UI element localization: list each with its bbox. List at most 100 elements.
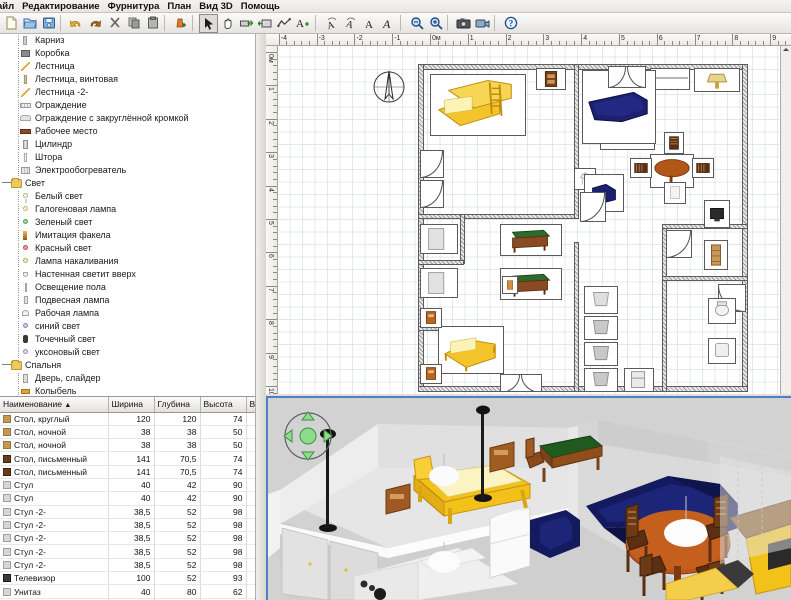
- table-row[interactable]: Стул -2- 38,5 52 98: [0, 531, 255, 546]
- plan-item-bookcase[interactable]: [704, 240, 728, 270]
- create-room-icon[interactable]: [256, 14, 275, 33]
- plan-scroll-up-arrow[interactable]: [781, 48, 791, 51]
- catalog-item-0[interactable]: Карниз: [0, 34, 255, 47]
- cell-visibility[interactable]: [246, 518, 255, 533]
- cell-visibility[interactable]: [246, 465, 255, 479]
- zoom-out-icon[interactable]: [407, 14, 426, 33]
- plan-door-bedroom[interactable]: [500, 374, 542, 392]
- table-row[interactable]: Стул -2- 38,5 52 98: [0, 505, 255, 519]
- floor-plan-canvas[interactable]: [278, 46, 779, 394]
- catalog-item-9[interactable]: Штора: [0, 151, 255, 164]
- column-header-width[interactable]: Ширина: [108, 397, 155, 413]
- plan-item-nightstand-2[interactable]: [420, 308, 442, 328]
- cut-icon[interactable]: [105, 14, 124, 33]
- table-row[interactable]: Стул -2- 38,5 52 98: [0, 544, 255, 559]
- paste-icon[interactable]: [143, 14, 162, 33]
- catalog-item-3[interactable]: Лестница, винтовая: [0, 73, 255, 86]
- catalog-category-11[interactable]: Свет: [0, 177, 255, 190]
- column-header-name[interactable]: Наименование ▲: [0, 397, 109, 413]
- video-create-icon[interactable]: [473, 14, 492, 33]
- 3d-scene[interactable]: [268, 398, 791, 600]
- pan-hand-icon[interactable]: [218, 14, 237, 33]
- catalog-item-22[interactable]: синий свет: [0, 320, 255, 333]
- table-row[interactable]: Стул 40 42 90: [0, 478, 255, 493]
- cell-visibility[interactable]: [246, 451, 255, 466]
- plan-window-1[interactable]: [650, 68, 690, 90]
- 3d-view-panel[interactable]: [266, 396, 791, 600]
- catalog-item-13[interactable]: Галогеновая лампа: [0, 203, 255, 216]
- catalog-category-25[interactable]: Спальня: [0, 359, 255, 372]
- plan-item-kitchen-cabinet-1[interactable]: [420, 224, 458, 254]
- save-document-icon[interactable]: [39, 14, 58, 33]
- menu-edit[interactable]: Редактирование: [18, 0, 103, 13]
- vertical-splitter[interactable]: [256, 34, 266, 600]
- rotate-text-cw-icon[interactable]: A: [341, 14, 360, 33]
- photo-create-icon[interactable]: [454, 14, 473, 33]
- open-document-icon[interactable]: [20, 14, 39, 33]
- plan-door-living-2[interactable]: [666, 230, 692, 258]
- menu-furniture[interactable]: Фурнитура: [104, 0, 164, 13]
- table-row[interactable]: Стул -2- 38,5 52 98: [0, 558, 255, 573]
- cell-visibility[interactable]: [246, 558, 255, 573]
- table-row[interactable]: Стол, ночной 38 38 50: [0, 438, 255, 453]
- plan-item-nightstand-3[interactable]: [420, 364, 442, 384]
- wall-exterior-bottom[interactable]: [418, 386, 748, 392]
- add-furniture-icon[interactable]: [171, 14, 190, 33]
- column-header-height[interactable]: Высота: [200, 397, 247, 413]
- cell-visibility[interactable]: [246, 425, 255, 440]
- table-row[interactable]: Стол, ночной 38 38 50: [0, 425, 255, 440]
- catalog-item-5[interactable]: Ограждение: [0, 99, 255, 112]
- wall-interior-h2[interactable]: [662, 276, 748, 281]
- catalog-item-4[interactable]: Лестница -2-: [0, 86, 255, 99]
- menu-plan[interactable]: План: [163, 0, 195, 13]
- plan-item-bath-fixture[interactable]: [708, 338, 736, 364]
- plan-item-tv[interactable]: [704, 200, 730, 228]
- catalog-item-20[interactable]: Подвесная лампа: [0, 294, 255, 307]
- catalog-item-6[interactable]: Ограждение с закруглённой кромкой: [0, 112, 255, 125]
- catalog-item-14[interactable]: Зеленый свет: [0, 216, 255, 229]
- plan-item-bed-double[interactable]: [438, 326, 504, 374]
- cell-visibility[interactable]: [246, 412, 255, 426]
- plan-item-bunk-bed[interactable]: [430, 74, 526, 136]
- plan-item-floor-lamp[interactable]: [694, 68, 740, 92]
- catalog-item-15[interactable]: Имитация факела: [0, 229, 255, 242]
- plan-view-panel[interactable]: -4 -3 -2 -1 0м 1 2 3 4 5 6 7 8 9 0м 1 2 3 4 5 6 7 8 9 10: [266, 34, 791, 394]
- plan-item-toilet[interactable]: [708, 298, 736, 324]
- catalog-item-26[interactable]: Дверь, слайдер: [0, 372, 255, 385]
- cell-visibility[interactable]: [246, 478, 255, 493]
- cell-visibility[interactable]: [246, 584, 255, 599]
- select-pointer-icon[interactable]: [199, 13, 218, 33]
- catalog-item-24[interactable]: уксоновый свет: [0, 346, 255, 359]
- create-polyline-icon[interactable]: [275, 14, 294, 33]
- plan-item-chair-east[interactable]: [692, 158, 714, 178]
- wall-interior-h5[interactable]: [418, 260, 464, 265]
- wall-interior-v2[interactable]: [574, 242, 579, 392]
- plan-item-kitchen-cab-b[interactable]: [584, 342, 618, 366]
- catalog-item-7[interactable]: Рабочее место: [0, 125, 255, 138]
- catalog-item-8[interactable]: Цилиндр: [0, 138, 255, 151]
- plan-item-fridge[interactable]: [624, 368, 654, 392]
- add-text-icon[interactable]: A: [294, 14, 313, 33]
- catalog-item-10[interactable]: Электрообогреватель: [0, 164, 255, 177]
- undo-icon[interactable]: [67, 14, 86, 33]
- plan-item-chair-north[interactable]: [664, 132, 684, 154]
- create-walls-icon[interactable]: [237, 14, 256, 33]
- decrease-text-icon[interactable]: A: [360, 14, 379, 33]
- menu-help[interactable]: Помощь: [237, 0, 284, 13]
- help-icon[interactable]: ?: [501, 14, 520, 33]
- catalog-item-1[interactable]: Коробка: [0, 47, 255, 60]
- table-row[interactable]: Стул 40 42 90: [0, 491, 255, 506]
- table-row[interactable]: Унитаз 40 80 62: [0, 584, 255, 599]
- plan-item-nightstand-1[interactable]: [536, 68, 566, 90]
- plan-vertical-scrollbar[interactable]: [780, 46, 791, 394]
- plan-door-2[interactable]: [420, 180, 444, 208]
- furniture-catalog-tree[interactable]: Карниз Коробка Лестница Лестница, винтовая Л…: [0, 34, 256, 396]
- redo-icon[interactable]: [86, 14, 105, 33]
- plan-door-top-mid[interactable]: [608, 66, 646, 88]
- catalog-item-23[interactable]: Точечный свет: [0, 333, 255, 346]
- column-header-depth[interactable]: Глубина: [154, 397, 201, 413]
- wall-interior-v1[interactable]: [574, 64, 579, 219]
- table-row[interactable]: Стол, круглый 120 120 74: [0, 412, 255, 426]
- catalog-item-18[interactable]: Настенная светит вверх: [0, 268, 255, 281]
- copy-icon[interactable]: [124, 14, 143, 33]
